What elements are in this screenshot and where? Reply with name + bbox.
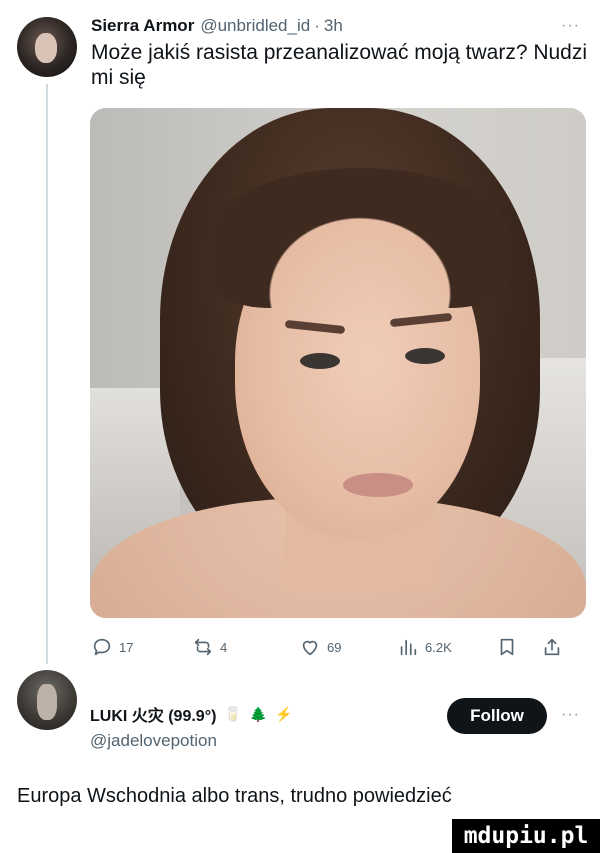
bookmark-icon bbox=[500, 638, 514, 656]
reply-author-row: LUKI 火灾 (99.9°) 🥛 🌲 ⚡ bbox=[90, 702, 293, 726]
more-options-icon[interactable]: ··· bbox=[561, 17, 580, 35]
retweet-count: 4 bbox=[220, 639, 228, 655]
share-button[interactable] bbox=[541, 636, 563, 658]
profile-badges: 🥛 🌲 ⚡ bbox=[224, 706, 292, 723]
tweet-text: Może jakiś rasista przeanalizować moją t… bbox=[91, 41, 588, 89]
reply-count: 17 bbox=[119, 639, 134, 655]
bookmark-button[interactable] bbox=[496, 636, 518, 658]
tweet-timestamp[interactable]: 3h bbox=[324, 16, 343, 36]
follow-button[interactable]: Follow bbox=[447, 698, 547, 734]
like-count: 69 bbox=[327, 639, 342, 655]
reply-author-name[interactable]: LUKI 火灾 (99.9°) bbox=[90, 702, 216, 726]
views-button[interactable]: 6.2K bbox=[397, 636, 452, 658]
like-button[interactable]: 69 bbox=[299, 636, 341, 658]
reply-button[interactable]: 17 bbox=[91, 636, 133, 658]
lightning-icon: ⚡ bbox=[275, 705, 293, 722]
author-handle[interactable]: @unbridled_id bbox=[200, 16, 310, 36]
heart-icon bbox=[302, 640, 318, 656]
tweet-photo[interactable] bbox=[90, 108, 586, 618]
tweet-header: Sierra Armor @unbridled_id · 3h ··· bbox=[91, 15, 580, 37]
more-options-icon[interactable]: ··· bbox=[561, 706, 580, 724]
thread-connector-line bbox=[46, 84, 48, 664]
reply-icon bbox=[93, 638, 111, 656]
reply-author-handle[interactable]: @jadelovepotion bbox=[90, 731, 217, 751]
bar-chart-icon bbox=[400, 639, 417, 656]
author-name[interactable]: Sierra Armor bbox=[91, 16, 194, 36]
retweet-button[interactable]: 4 bbox=[192, 636, 227, 658]
share-icon bbox=[544, 638, 560, 656]
retweet-icon bbox=[194, 638, 212, 656]
separator-dot: · bbox=[314, 16, 320, 35]
tree-icon: 🌲 bbox=[249, 705, 268, 722]
author-avatar[interactable] bbox=[17, 17, 77, 77]
reply-text: Europa Wschodnia albo trans, trudno powi… bbox=[17, 785, 452, 807]
tweet-actions: 17 4 69 6.2K bbox=[91, 636, 591, 660]
milk-glass-icon: 🥛 bbox=[224, 705, 242, 722]
views-count: 6.2K bbox=[425, 639, 452, 655]
reply-author-avatar[interactable] bbox=[17, 670, 77, 730]
watermark-logo: mdupiu.pl bbox=[452, 819, 600, 853]
